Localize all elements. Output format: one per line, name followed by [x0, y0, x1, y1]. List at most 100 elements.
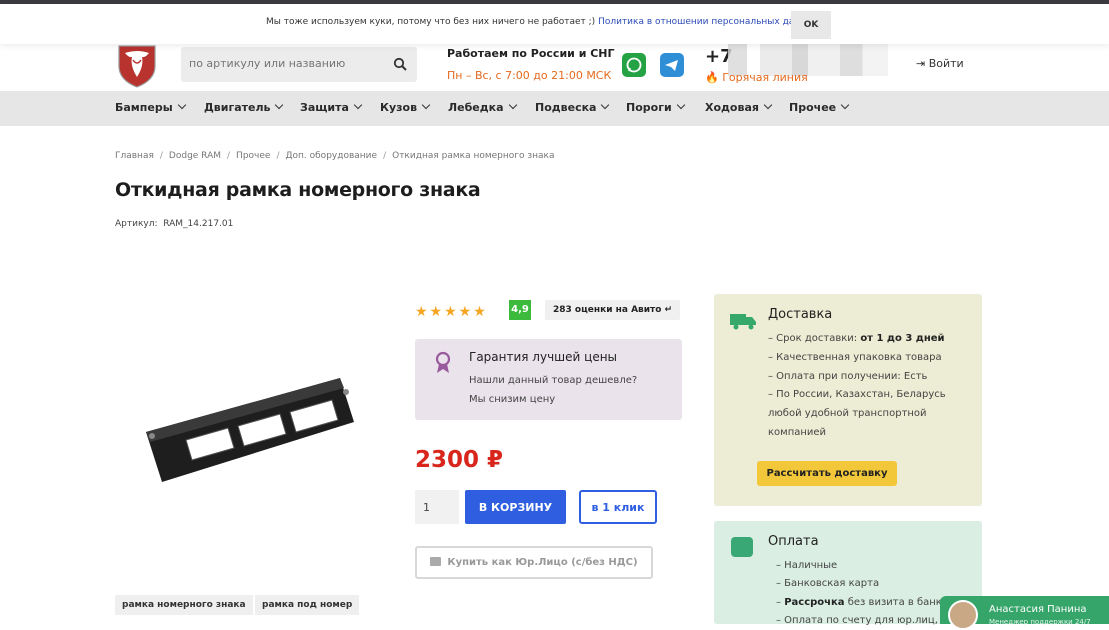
payment-title: Оплата [768, 534, 819, 549]
rating-badge: 4,9 [509, 300, 531, 320]
nav-item-bumpers[interactable]: Бамперы [115, 100, 186, 114]
breadcrumb-home[interactable]: Главная [115, 151, 154, 161]
chevron-down-icon [353, 100, 363, 110]
payment-line: – Банковская карта [776, 578, 880, 589]
breadcrumb-separator: / [227, 151, 231, 161]
reviews-text: 283 оценки на Авито [553, 305, 662, 315]
nav-label: Лебедка [448, 101, 504, 114]
page-title: Откидная рамка номерного знака [115, 179, 481, 201]
award-icon [435, 351, 451, 373]
chevron-down-icon [676, 100, 685, 110]
search-input[interactable] [189, 57, 379, 70]
delivery-card: Доставка – Срок доставки: от 1 до 3 дней… [714, 294, 982, 506]
nav-label: Кузов [380, 101, 418, 114]
chevron-down-icon [601, 100, 610, 110]
product-price: 2300 ₽ [415, 447, 504, 473]
payment-line: – Наличные [776, 560, 838, 571]
breadcrumb: Главная / Dodge RAM / Прочее / Доп. оборудован… [115, 151, 555, 161]
nav-item-body[interactable]: Кузов [380, 100, 431, 114]
work-region: Работаем по России и СНГ [447, 47, 615, 60]
cookie-banner: Мы тоже используем куки, потому что без … [0, 4, 1109, 44]
ram-logo-icon[interactable] [115, 44, 159, 88]
delivery-line: – Качественная упаковка товара [768, 352, 942, 363]
calculate-delivery-button[interactable]: Рассчитать доставку [757, 461, 897, 486]
breadcrumb-separator: / [159, 151, 163, 161]
avatar [948, 600, 978, 630]
best-price-title: Гарантия лучшей цены [469, 350, 618, 364]
login-text: Войти [928, 57, 964, 70]
payment-installment: – Рассрочка без визита в банк [776, 597, 942, 608]
tag-item[interactable]: рамка номерного знака [115, 595, 253, 615]
cookie-message: Мы тоже используем куки, потому что без … [266, 17, 599, 27]
nav-label: Бамперы [115, 101, 173, 114]
installment-bold: Рассрочка [784, 597, 845, 608]
wallet-icon [731, 537, 753, 557]
delivery-line: любой удобной транспортной [768, 408, 927, 419]
nav-item-other[interactable]: Прочее [789, 100, 850, 114]
one-click-buy-button[interactable]: в 1 клик [579, 490, 657, 524]
chevron-down-icon [177, 100, 186, 110]
buy-legal-entity-button[interactable]: Купить как Юр.Лицо (с/без НДС) [415, 546, 653, 579]
privacy-policy-link[interactable]: Политика в отношении персональных данных [598, 17, 818, 27]
cookie-ok-button[interactable]: OK [791, 11, 831, 39]
nav-label: Защита [300, 101, 349, 114]
login-icon: ⇥ [916, 57, 926, 70]
truck-icon [730, 314, 756, 330]
nav-item-sills[interactable]: Пороги [626, 100, 685, 114]
delivery-line: компанией [768, 427, 827, 438]
chat-manager-name: Анастасия Панина [989, 604, 1087, 615]
nav-label: Ходовая [705, 101, 759, 114]
sku-label: Артикул: [115, 219, 158, 229]
chevron-down-icon [421, 100, 431, 110]
delivery-term-value: от 1 до 3 дней [860, 333, 945, 344]
breadcrumb-separator: / [383, 151, 387, 161]
installment-rest: без визита в банк [844, 597, 942, 608]
breadcrumb-separator: / [276, 151, 280, 161]
nav-item-protection[interactable]: Защита [300, 100, 363, 114]
delivery-term: – Срок доставки: от 1 до 3 дней [768, 333, 945, 344]
nav-label: Подвеска [535, 101, 597, 114]
payment-line: – Оплата по счету для юр.лиц, с [776, 615, 947, 626]
nav-item-winch[interactable]: Лебедка [448, 100, 517, 114]
delivery-term-label: – Срок доставки: [768, 333, 861, 344]
nav-item-engine[interactable]: Двигатель [204, 100, 284, 114]
avito-reviews-link[interactable]: 283 оценки на Авито ↵ [545, 300, 681, 320]
fire-icon: 🔥 [705, 71, 719, 84]
best-price-line2: Мы снизим цену [469, 394, 556, 405]
search-box [181, 47, 417, 82]
main-nav: Бамперы Двигатель Защита Кузов Лебедка П… [0, 91, 1109, 126]
chat-manager-subtitle: Менеджер поддержки 24/7 [989, 618, 1091, 626]
delivery-line: – По России, Казахстан, Беларусь [768, 389, 946, 400]
chat-widget[interactable]: Анастасия Панина Менеджер поддержки 24/7 [940, 596, 1109, 630]
hotline-label: 🔥 Горячая линия [705, 71, 808, 84]
nav-item-chassis[interactable]: Ходовая [705, 100, 773, 114]
return-icon: ↵ [664, 305, 673, 315]
rating-stars-icon: ★★★★★ [415, 304, 488, 320]
search-icon[interactable] [393, 57, 407, 71]
whatsapp-icon[interactable] [622, 53, 646, 77]
quantity-input[interactable] [415, 490, 459, 524]
chevron-down-icon [840, 100, 850, 110]
work-hours: Пн – Вс, с 7:00 до 21:00 МСК [447, 69, 612, 82]
telegram-icon[interactable] [660, 53, 684, 77]
delivery-title: Доставка [768, 307, 833, 322]
legal-button-label: Купить как Юр.Лицо (с/без НДС) [447, 557, 638, 568]
hotline-text: Горячая линия [722, 71, 808, 84]
tag-item[interactable]: рамка под номер [255, 595, 360, 615]
nav-label: Прочее [789, 101, 837, 114]
cookie-text: Мы тоже используем куки, потому что без … [266, 17, 819, 27]
breadcrumb-other[interactable]: Прочее [236, 151, 270, 161]
product-sku: Артикул: RAM_14.217.01 [115, 219, 233, 229]
add-to-cart-button[interactable]: В КОРЗИНУ [465, 490, 566, 524]
chevron-down-icon [763, 100, 773, 110]
login-link[interactable]: ⇥ Войти [916, 57, 964, 70]
product-image[interactable] [140, 370, 360, 490]
delivery-line: – Оплата при получении: Есть [768, 371, 928, 382]
breadcrumb-dodge-ram[interactable]: Dodge RAM [169, 151, 221, 161]
nav-label: Пороги [626, 101, 672, 114]
breadcrumb-equipment[interactable]: Доп. оборудование [285, 151, 377, 161]
sku-value: RAM_14.217.01 [163, 219, 234, 229]
best-price-card: Гарантия лучшей цены Нашли данный товар … [415, 339, 682, 420]
cart-icon [430, 557, 442, 566]
nav-item-suspension[interactable]: Подвеска [535, 100, 610, 114]
